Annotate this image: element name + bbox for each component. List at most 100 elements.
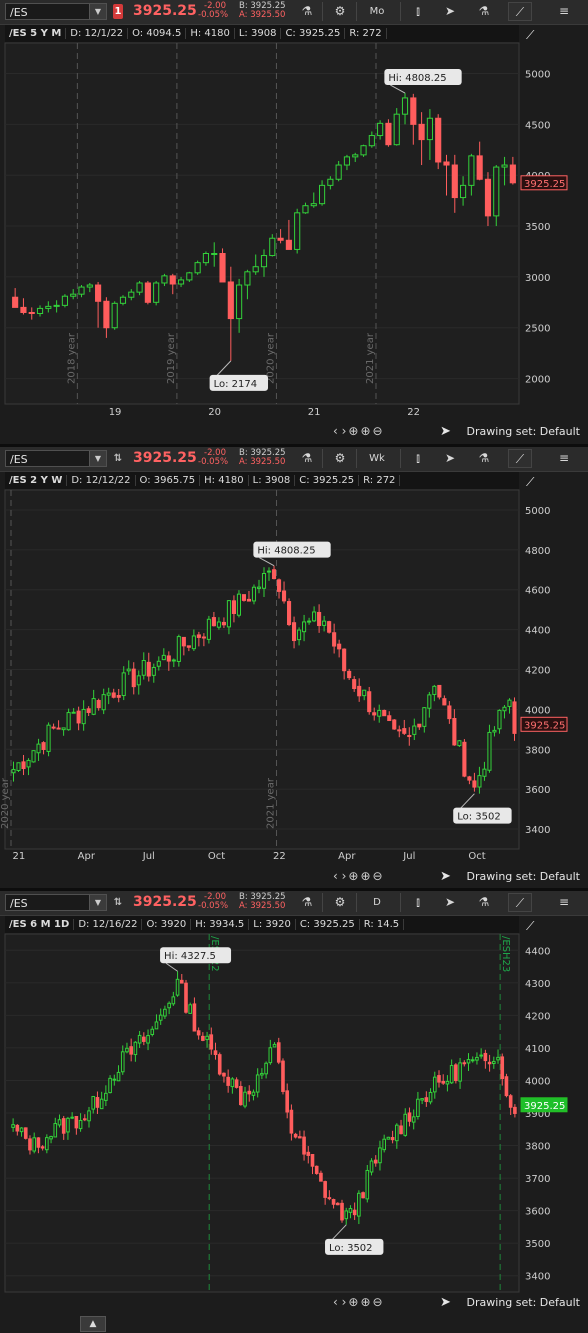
y-tick-label: 3500 <box>525 222 550 233</box>
candle-body <box>217 1054 222 1075</box>
candle-body <box>426 117 433 141</box>
candle-body <box>216 621 221 628</box>
candle-body <box>424 1097 429 1102</box>
candle-body <box>297 629 302 641</box>
candle-body <box>61 727 66 731</box>
y-tick-label: 3000 <box>525 273 550 284</box>
candle-body <box>492 729 497 733</box>
x-tick-label: Apr <box>78 851 96 862</box>
candle-body <box>161 654 166 661</box>
candle-body <box>397 729 402 732</box>
candlestick-chart[interactable]: 5000 4800 4600 4400 4200 4000 3800 3600 3400 21 Ap… <box>0 447 588 888</box>
candle-body <box>252 266 259 273</box>
x-tick-label: Jul <box>142 851 155 862</box>
candle-body <box>56 727 61 730</box>
candle-body <box>395 1124 399 1142</box>
pan-icon[interactable]: ‹ › <box>333 424 346 438</box>
candle-body <box>457 740 462 747</box>
candle-body <box>452 717 457 746</box>
y-tick-label: 4400 <box>525 626 550 637</box>
x-tick-label: 22 <box>273 851 286 862</box>
crosshair-icon[interactable]: ⊕ <box>348 1295 358 1309</box>
candle-body <box>500 1056 505 1080</box>
candle-body <box>428 1091 433 1103</box>
candle-body <box>285 1090 289 1113</box>
candle-body <box>78 1119 83 1130</box>
candle-body <box>116 695 121 698</box>
candle-body <box>352 1209 357 1216</box>
candle-body <box>119 296 127 304</box>
candle-body <box>231 600 236 614</box>
candle-body <box>45 1137 49 1151</box>
candle-body <box>192 1003 197 1032</box>
candle-body <box>361 1192 365 1199</box>
zoom-out-icon[interactable]: ⊖ <box>373 424 383 438</box>
candle-body <box>141 659 146 676</box>
candle-body <box>146 1035 150 1044</box>
candle-body <box>201 1035 205 1041</box>
pan-icon[interactable]: ‹ › <box>333 869 346 883</box>
drawing-set-label[interactable]: Drawing set: Default <box>467 870 580 883</box>
chart-statusbar: ‹ › ⊕ ⊕ ⊖ ➤ Drawing set: Default <box>0 867 588 887</box>
candle-body <box>211 617 216 627</box>
zoom-in-icon[interactable]: ⊕ <box>360 869 370 883</box>
candle-body <box>322 620 327 626</box>
candle-body <box>372 712 377 716</box>
candle-body <box>462 1062 467 1065</box>
collapse-tab-icon[interactable]: ▲ <box>80 1316 106 1332</box>
candle-body <box>243 1091 247 1107</box>
candle-body <box>467 776 472 781</box>
cursor-icon[interactable]: ➤ <box>440 1295 451 1310</box>
y-tick-label: 3700 <box>525 1174 550 1185</box>
candle-body <box>99 1098 104 1110</box>
zoom-in-icon[interactable]: ⊕ <box>360 424 370 438</box>
candle-body <box>286 601 292 626</box>
pan-icon[interactable]: ‹ › <box>333 1295 346 1309</box>
candle-body <box>294 212 301 250</box>
y-tick-label: 2000 <box>525 375 550 386</box>
candle-body <box>206 618 211 640</box>
candlestick-chart[interactable]: 5000450040003500300025002000192021222018… <box>0 0 588 444</box>
zoom-out-icon[interactable]: ⊖ <box>373 869 383 883</box>
candle-body <box>36 1137 41 1148</box>
candle-body <box>74 1115 79 1129</box>
candle-body <box>82 1118 87 1121</box>
candle-body <box>126 668 131 672</box>
candle-body <box>401 97 409 115</box>
x-tick-label: Oct <box>468 851 485 862</box>
y-tick-label: 4800 <box>525 546 550 557</box>
cursor-icon[interactable]: ➤ <box>440 424 451 439</box>
candle-body <box>61 1118 66 1134</box>
candle-body <box>377 122 384 137</box>
drawing-set-label[interactable]: Drawing set: Default <box>467 425 580 438</box>
crosshair-icon[interactable]: ⊕ <box>348 424 358 438</box>
candle-body <box>120 1051 125 1073</box>
candle-body <box>483 1052 488 1062</box>
candle-body <box>268 1047 273 1064</box>
candle-body <box>317 611 322 627</box>
zoom-in-icon[interactable]: ⊕ <box>360 1295 370 1309</box>
candle-body <box>196 1030 201 1036</box>
zoom-out-icon[interactable]: ⊖ <box>373 1295 383 1309</box>
drawing-set-label[interactable]: Drawing set: Default <box>467 1296 580 1309</box>
candle-body <box>40 1146 45 1149</box>
candle-body <box>512 701 517 734</box>
candle-body <box>352 679 357 689</box>
crosshair-icon[interactable]: ⊕ <box>348 869 358 883</box>
candle-body <box>418 123 425 141</box>
candle-body <box>319 1172 323 1182</box>
candle-body <box>103 300 110 329</box>
candle-body <box>487 1061 492 1065</box>
cursor-icon[interactable]: ➤ <box>440 869 451 884</box>
x-tick-label: 22 <box>407 407 420 418</box>
x-tick-label: 21 <box>308 407 321 418</box>
candle-body <box>230 1078 235 1088</box>
y-tick-label: 4200 <box>525 1011 550 1022</box>
x-tick-label: 21 <box>13 851 26 862</box>
candlestick-chart[interactable]: 4400430042004100400039003800370036003500… <box>0 891 588 1313</box>
candle-body <box>260 255 268 268</box>
candle-body <box>87 1110 91 1122</box>
candle-body <box>86 284 93 288</box>
candle-body <box>437 684 442 698</box>
candle-body <box>175 978 180 996</box>
